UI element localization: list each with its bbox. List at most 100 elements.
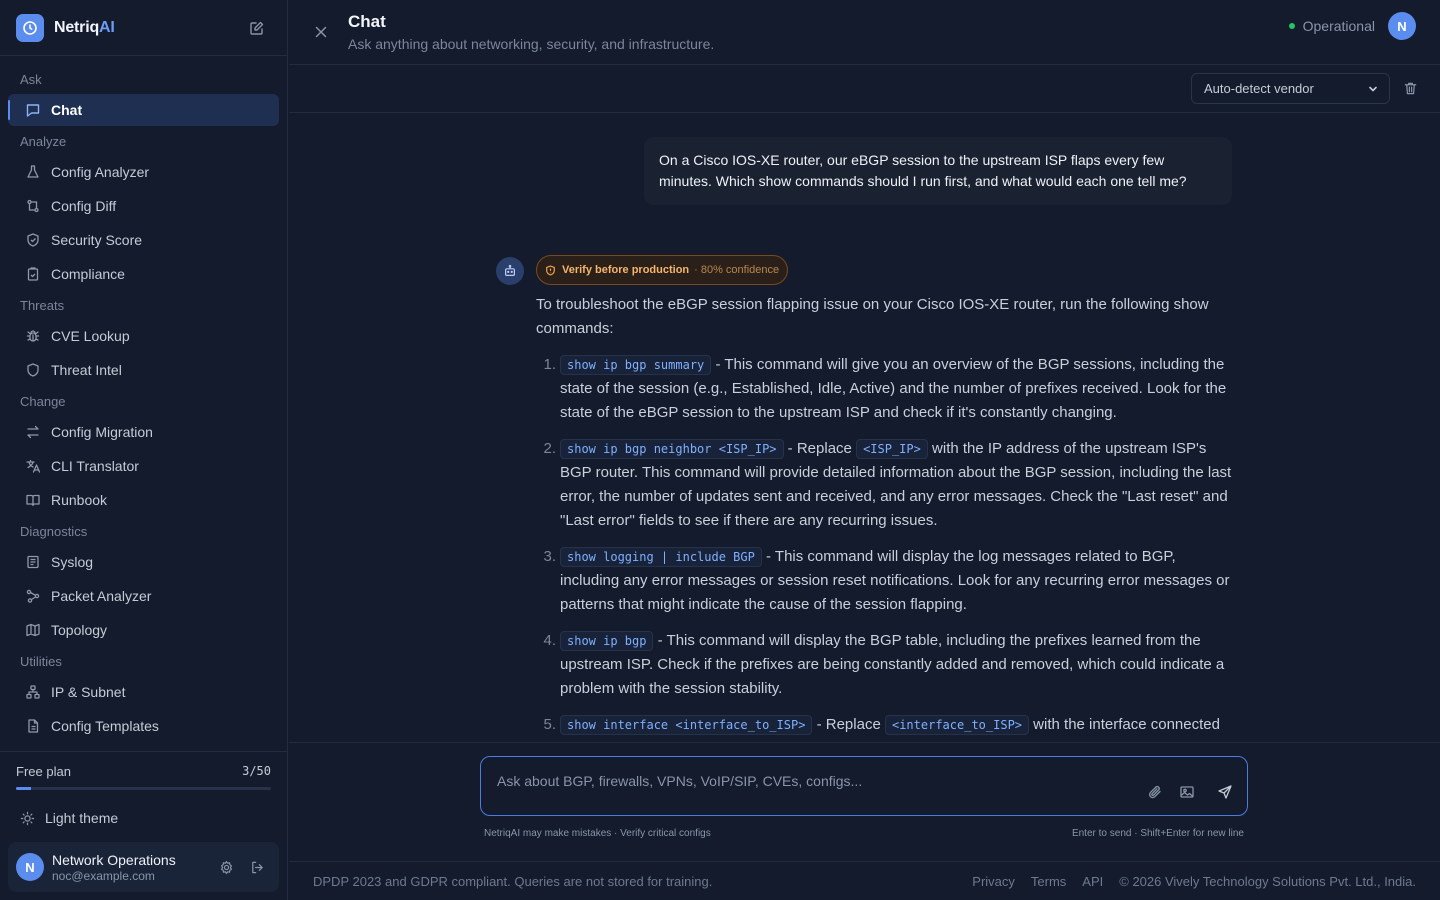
chat-messages: On a Cisco IOS-XE router, our eBGP sessi…: [289, 113, 1440, 742]
sidebar-item-runbook[interactable]: Runbook: [8, 484, 279, 516]
send-icon: [1218, 785, 1232, 799]
page-footer: DPDP 2023 and GDPR compliant. Queries ar…: [289, 861, 1440, 900]
network-icon: [24, 683, 42, 701]
sidebar-item-syslog[interactable]: Syslog: [8, 546, 279, 578]
sidebar-item-label: CVE Lookup: [51, 328, 130, 344]
shield-alert-icon: [545, 264, 556, 276]
inline-command[interactable]: show interface <interface_to_ISP>: [560, 715, 813, 735]
sidebar-item-config-analyzer[interactable]: Config Analyzer: [8, 156, 279, 188]
command-step: 5. show interface <interface_to_ISP> - Re…: [536, 713, 1236, 742]
sidebar-item-topology[interactable]: Topology: [8, 614, 279, 646]
plan-count: 3/50: [242, 764, 271, 778]
theme-toggle-button[interactable]: Light theme: [8, 802, 279, 834]
nav-section-change: Change: [20, 394, 66, 409]
translate-icon: [24, 457, 42, 475]
sidebar-item-label: Config Diff: [51, 198, 117, 214]
sidebar: NetriqAI Ask Chat Analyze Config Analyze…: [0, 0, 288, 900]
gear-icon: [220, 860, 233, 874]
logout-button[interactable]: [250, 860, 265, 875]
step-number: 3.: [543, 548, 556, 565]
composer-area: NetriqAI may make mistakes · Verify crit…: [289, 742, 1440, 862]
sidebar-item-ip-subnet[interactable]: IP & Subnet: [8, 676, 279, 708]
nav-section-ask: Ask: [20, 72, 42, 87]
copyright-text: © 2026 Vively Technology Solutions Pvt. …: [1119, 873, 1416, 889]
sidebar-item-packet-analyzer[interactable]: Packet Analyzer: [8, 580, 279, 612]
inline-command[interactable]: <ISP_IP>: [856, 439, 928, 459]
plan-usage: Free plan 3/50: [8, 764, 279, 779]
assistant-message: To troubleshoot the eBGP session flappin…: [536, 293, 1236, 742]
step-description: - Replace: [812, 716, 885, 733]
nav-section-analyze: Analyze: [20, 134, 67, 149]
sidebar-item-threat-intel[interactable]: Threat Intel: [8, 354, 279, 386]
image-upload-button[interactable]: [1179, 784, 1195, 800]
inline-command[interactable]: show ip bgp neighbor <ISP_IP>: [560, 439, 784, 459]
user-card: N Network Operations noc@example.com: [8, 842, 279, 892]
step-text: show ip bgp neighbor <ISP_IP> - Replace …: [556, 437, 1232, 533]
attach-button[interactable]: [1147, 784, 1163, 800]
user-info: Network Operations noc@example.com: [52, 852, 219, 883]
packet-icon: [24, 587, 42, 605]
composer-actions: [1147, 784, 1233, 800]
step-number: 5.: [543, 716, 556, 733]
api-link[interactable]: API: [1082, 874, 1103, 889]
settings-button[interactable]: [219, 860, 234, 875]
step-text: show interface <interface_to_ISP> - Repl…: [556, 713, 1232, 742]
sidebar-item-chat[interactable]: Chat: [8, 94, 279, 126]
image-icon: [1180, 786, 1194, 798]
sidebar-item-compliance[interactable]: Compliance: [8, 258, 279, 290]
vendor-select[interactable]: Auto-detect vendor: [1191, 73, 1390, 104]
clipboard-check-icon: [24, 265, 42, 283]
sidebar-item-label: Config Templates: [51, 718, 159, 734]
privacy-link[interactable]: Privacy: [972, 874, 1015, 889]
clear-chat-button[interactable]: [1403, 81, 1418, 96]
avatar[interactable]: N: [16, 853, 44, 881]
plan-label: Free plan: [16, 764, 71, 779]
chevron-down-icon: [1367, 83, 1379, 95]
top-bar: Chat Ask anything about networking, secu…: [289, 0, 1440, 65]
sidebar-item-label: Syslog: [51, 554, 94, 570]
sidebar-item-cve-lookup[interactable]: CVE Lookup: [8, 320, 279, 352]
page-subtitle: Ask anything about networking, security,…: [348, 36, 715, 52]
user-actions: [219, 860, 265, 875]
avatar[interactable]: N: [1388, 12, 1416, 40]
answer-intro: To troubleshoot the eBGP session flappin…: [536, 296, 1209, 337]
inline-command[interactable]: show ip bgp summary: [560, 355, 712, 375]
footer-links: Privacy Terms API © 2026 Vively Technolo…: [972, 874, 1416, 889]
close-icon: [315, 26, 327, 38]
nav-section-threats: Threats: [20, 298, 65, 313]
terms-link[interactable]: Terms: [1031, 874, 1066, 889]
sidebar-item-label: Config Analyzer: [51, 164, 150, 180]
book-icon: [24, 491, 42, 509]
sidebar-item-config-migration[interactable]: Config Migration: [8, 416, 279, 448]
verify-badge: Verify before production · 80% confidenc…: [536, 255, 789, 285]
close-button[interactable]: [313, 24, 329, 40]
command-step: 4. show ip bgp - This command will displa…: [536, 629, 1236, 701]
step-number: 2.: [543, 440, 556, 457]
disclaimer-text: NetriqAI may make mistakes · Verify crit…: [484, 828, 711, 839]
sidebar-item-config-templates[interactable]: Config Templates: [8, 710, 279, 742]
confidence-text: · 80% confidence: [694, 264, 780, 276]
sidebar-item-cli-translator[interactable]: CLI Translator: [8, 450, 279, 482]
inline-command[interactable]: show ip bgp: [560, 631, 654, 651]
new-chat-button[interactable]: [249, 20, 265, 36]
sidebar-item-label: CLI Translator: [51, 458, 139, 474]
inline-command[interactable]: <interface_to_ISP>: [884, 715, 1030, 735]
plan-progress-fill: [16, 787, 32, 790]
inline-command[interactable]: show logging | include BGP: [560, 547, 762, 567]
status-text: Operational: [1302, 18, 1375, 34]
status-dot-icon: [1288, 23, 1295, 29]
sidebar-item-label: Chat: [51, 102, 83, 118]
send-button[interactable]: [1217, 784, 1233, 800]
sidebar-footer: Free plan 3/50 Light theme N Network Ope…: [0, 751, 287, 900]
message-input[interactable]: [497, 773, 1117, 789]
sidebar-item-security-score[interactable]: Security Score: [8, 224, 279, 256]
user-email: noc@example.com: [52, 868, 155, 883]
step-number: 4.: [543, 632, 556, 649]
shield-check-icon: [24, 231, 42, 249]
bot-icon: [505, 264, 515, 276]
command-list: 1. show ip bgp summary - This command wil…: [536, 353, 1236, 742]
log-list-icon: [24, 553, 42, 571]
step-number: 1.: [543, 356, 556, 373]
chat-toolbar: Auto-detect vendor: [289, 65, 1440, 113]
sidebar-item-config-diff[interactable]: Config Diff: [8, 190, 279, 222]
